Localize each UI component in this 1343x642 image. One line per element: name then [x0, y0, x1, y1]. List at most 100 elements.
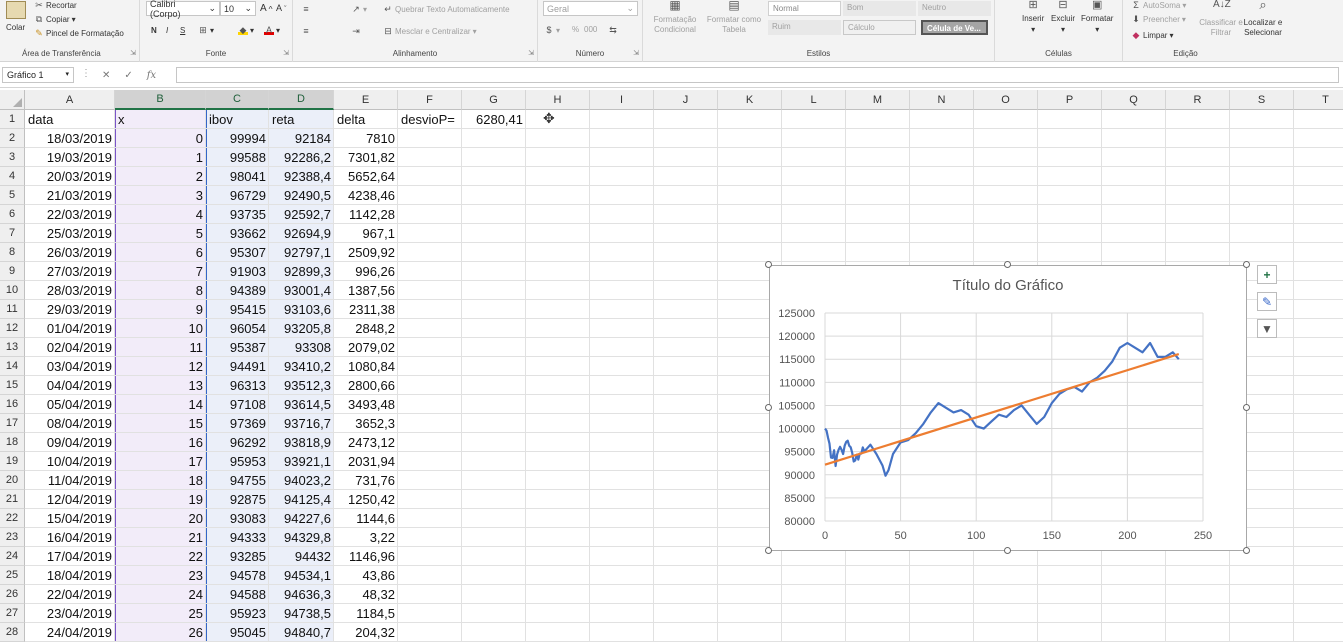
style-bad[interactable]: Ruim [768, 20, 841, 35]
column-header[interactable]: K [718, 90, 782, 110]
ibov-cell[interactable]: 95045 [206, 623, 269, 642]
row-header[interactable]: 25 [0, 566, 25, 585]
date-cell[interactable]: 04/04/2019 [25, 376, 115, 395]
row-header[interactable]: 23 [0, 528, 25, 547]
ibov-cell[interactable]: 99994 [206, 129, 269, 148]
delta-cell[interactable]: 1142,28 [334, 205, 398, 224]
delta-cell[interactable]: 2800,66 [334, 376, 398, 395]
row-header[interactable]: 9 [0, 262, 25, 281]
ibov-cell[interactable]: 98041 [206, 167, 269, 186]
reta-cell[interactable]: 93716,7 [269, 414, 334, 433]
row-header[interactable]: 26 [0, 585, 25, 604]
border-button[interactable]: ⊞ ▾ [198, 25, 214, 35]
number-launcher-icon[interactable]: ⇲ [633, 49, 639, 57]
row-header[interactable]: 8 [0, 243, 25, 262]
ibov-cell[interactable]: 93083 [206, 509, 269, 528]
column-header[interactable]: T [1294, 90, 1343, 110]
chart-elements-button[interactable]: + [1257, 265, 1277, 284]
delta-cell[interactable]: 204,32 [334, 623, 398, 642]
column-header[interactable]: M [846, 90, 910, 110]
delta-cell[interactable]: 1146,96 [334, 547, 398, 566]
sort-filter-button[interactable]: A↓Z Classificar e Filtrar [1199, 0, 1243, 38]
delta-cell[interactable]: 1387,56 [334, 281, 398, 300]
delta-cell[interactable]: 2079,02 [334, 338, 398, 357]
reta-cell[interactable]: 93001,4 [269, 281, 334, 300]
x-cell[interactable]: 26 [115, 623, 206, 642]
x-cell[interactable]: 3 [115, 186, 206, 205]
reta-cell[interactable]: 92388,4 [269, 167, 334, 186]
delta-cell[interactable]: 7810 [334, 129, 398, 148]
confirm-icon[interactable]: ✓ [124, 70, 132, 81]
currency-button[interactable]: $ ▾ [544, 25, 560, 35]
style-good[interactable]: Bom [843, 1, 916, 16]
merge-center-button[interactable]: ⊟ Mesclar e Centralizar ▾ [383, 26, 476, 36]
thousands-button[interactable]: 000 [584, 25, 597, 34]
resize-handle[interactable] [1243, 547, 1250, 554]
header-cell-delta[interactable]: delta [334, 110, 398, 129]
delta-cell[interactable]: 3493,48 [334, 395, 398, 414]
reta-cell[interactable]: 92899,3 [269, 262, 334, 281]
paste-button[interactable]: Colar [6, 23, 25, 32]
column-header[interactable]: H [526, 90, 590, 110]
row-header[interactable]: 27 [0, 604, 25, 623]
reta-cell[interactable]: 94534,1 [269, 566, 334, 585]
delta-cell[interactable]: 967,1 [334, 224, 398, 243]
formula-input[interactable] [176, 67, 1339, 83]
cancel-icon[interactable]: ✕ [102, 70, 110, 81]
ibov-cell[interactable]: 94491 [206, 357, 269, 376]
header-cell-reta[interactable]: reta [269, 110, 334, 129]
delta-cell[interactable]: 48,32 [334, 585, 398, 604]
date-cell[interactable]: 18/04/2019 [25, 566, 115, 585]
style-neutral[interactable]: Neutro [918, 1, 991, 16]
delta-cell[interactable]: 1250,42 [334, 490, 398, 509]
indent-button[interactable]: ⇥ [351, 26, 361, 36]
number-format-select[interactable]: Geral ⌄ [543, 1, 638, 16]
ibov-cell[interactable]: 92875 [206, 490, 269, 509]
row-header[interactable]: 16 [0, 395, 25, 414]
fill-button[interactable]: ⬇ Preencher ▾ [1131, 14, 1186, 24]
row-header[interactable]: 21 [0, 490, 25, 509]
ibov-cell[interactable]: 95953 [206, 452, 269, 471]
reta-cell[interactable]: 92797,1 [269, 243, 334, 262]
row-header[interactable]: 10 [0, 281, 25, 300]
ibov-cell[interactable]: 91903 [206, 262, 269, 281]
row-header[interactable]: 14 [0, 357, 25, 376]
column-header[interactable]: F [398, 90, 462, 110]
date-cell[interactable]: 21/03/2019 [25, 186, 115, 205]
resize-handle[interactable] [1243, 404, 1250, 411]
x-cell[interactable]: 16 [115, 433, 206, 452]
ibov-cell[interactable]: 96313 [206, 376, 269, 395]
shrink-font-button[interactable]: Aˇ [276, 3, 287, 13]
delta-cell[interactable]: 3,22 [334, 528, 398, 547]
ibov-cell[interactable]: 94588 [206, 585, 269, 604]
delta-cell[interactable]: 3652,3 [334, 414, 398, 433]
x-cell[interactable]: 12 [115, 357, 206, 376]
style-normal[interactable]: Normal [768, 1, 841, 16]
reta-cell[interactable]: 94840,7 [269, 623, 334, 642]
resize-handle[interactable] [1004, 547, 1011, 554]
delta-cell[interactable]: 2848,2 [334, 319, 398, 338]
ibov-cell[interactable]: 96729 [206, 186, 269, 205]
date-cell[interactable]: 22/04/2019 [25, 585, 115, 604]
ibov-cell[interactable]: 94389 [206, 281, 269, 300]
reta-cell[interactable]: 93410,2 [269, 357, 334, 376]
style-check-cell[interactable]: Célula de Ve... [921, 20, 988, 35]
fill-color-button[interactable]: ◆ ▾ [238, 25, 254, 35]
column-header[interactable]: D [269, 90, 334, 110]
date-cell[interactable]: 16/04/2019 [25, 528, 115, 547]
insert-button[interactable]: ⊞ Inserir ▾ [1022, 0, 1044, 34]
x-cell[interactable]: 11 [115, 338, 206, 357]
row-header[interactable]: 28 [0, 623, 25, 642]
x-cell[interactable]: 5 [115, 224, 206, 243]
ibov-cell[interactable]: 93735 [206, 205, 269, 224]
delta-cell[interactable]: 2473,12 [334, 433, 398, 452]
ibov-cell[interactable]: 93285 [206, 547, 269, 566]
wrap-text-button[interactable]: ↵ Quebrar Texto Automaticamente [383, 4, 509, 14]
x-cell[interactable]: 24 [115, 585, 206, 604]
reta-cell[interactable]: 94023,2 [269, 471, 334, 490]
x-cell[interactable]: 17 [115, 452, 206, 471]
x-cell[interactable]: 6 [115, 243, 206, 262]
x-cell[interactable]: 10 [115, 319, 206, 338]
x-cell[interactable]: 23 [115, 566, 206, 585]
desvio-value-cell[interactable]: 6280,41 [462, 110, 526, 129]
